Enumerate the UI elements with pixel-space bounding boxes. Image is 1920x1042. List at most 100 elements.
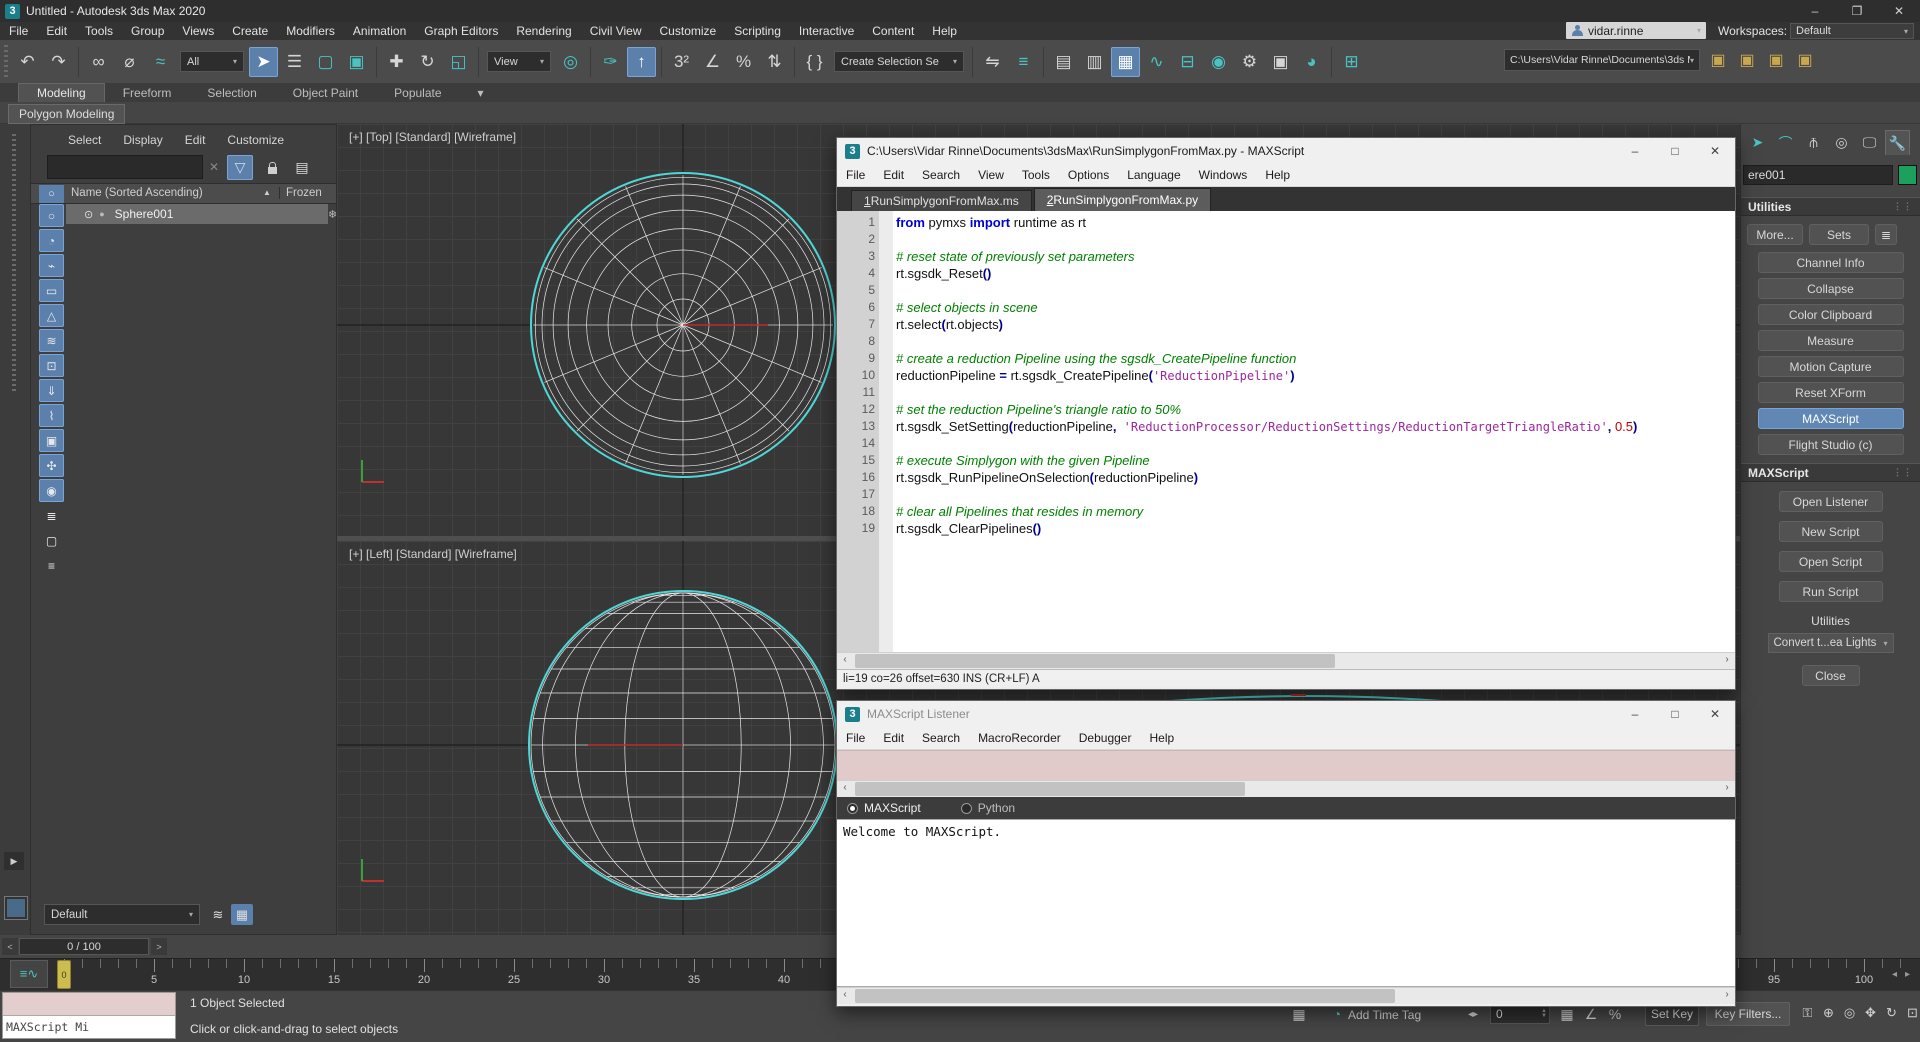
viewport-left-label[interactable]: [+] [Left] [Standard] [Wireframe]: [349, 547, 517, 561]
ribbon-tab-populate[interactable]: Populate: [376, 84, 459, 102]
filter-containers-icon[interactable]: ▣: [39, 429, 64, 452]
explorer-preset-dropdown[interactable]: Default ▾: [44, 904, 200, 925]
percent-snap-icon[interactable]: %: [729, 47, 758, 77]
polygon-modeling-tab[interactable]: Polygon Modeling: [8, 104, 125, 124]
listener-scrollbar-top[interactable]: ‹ ›: [837, 780, 1735, 797]
mini-listener-macro-pane[interactable]: [3, 993, 175, 1016]
listener-output[interactable]: Welcome to MAXScript.: [837, 819, 1735, 987]
next-frame-button[interactable]: >: [151, 938, 167, 955]
minimize-button[interactable]: –: [1794, 0, 1836, 22]
select-and-manipulate-icon[interactable]: ✑: [596, 47, 625, 77]
filter-groups-icon[interactable]: ⊡: [39, 354, 64, 377]
new-script-button[interactable]: New Script: [1779, 521, 1883, 542]
bind-to-spacewarp-icon[interactable]: ≈: [146, 47, 175, 77]
editor-menu-edit[interactable]: Edit: [874, 168, 913, 182]
material-editor-icon[interactable]: ◉: [1204, 47, 1233, 77]
filter-icon[interactable]: ▽: [227, 155, 253, 180]
more-button[interactable]: More...: [1747, 224, 1803, 245]
explorer-menu-select[interactable]: Select: [59, 133, 110, 147]
modify-tab[interactable]: ⌒: [1773, 130, 1798, 155]
filter-bones-icon[interactable]: ⌇: [39, 404, 64, 427]
utilities-tab[interactable]: 🔧: [1885, 130, 1910, 155]
lock-icon[interactable]: [259, 155, 285, 180]
selection-lock-icon[interactable]: ⚿: [1798, 1003, 1817, 1022]
menu-item-graph-editors[interactable]: Graph Editors: [415, 22, 507, 40]
close-button[interactable]: ✕: [1695, 144, 1735, 158]
menu-item-edit[interactable]: Edit: [37, 22, 76, 40]
menu-item-rendering[interactable]: Rendering: [507, 22, 580, 40]
editor-menu-view[interactable]: View: [969, 168, 1013, 182]
editor-menu-windows[interactable]: Windows: [1190, 168, 1257, 182]
editor-title-bar[interactable]: 3 C:\Users\Vidar Rinne\Documents\3dsMax\…: [837, 138, 1735, 164]
utilities-dropdown[interactable]: Convert t...ea Lights ▾: [1768, 633, 1894, 653]
minimize-button[interactable]: –: [1615, 144, 1655, 158]
menu-item-civil-view[interactable]: Civil View: [581, 22, 651, 40]
filter-xrefs-icon[interactable]: ⇓: [39, 379, 64, 402]
align-icon[interactable]: ≡: [1009, 47, 1038, 77]
hierarchy-tab[interactable]: ⫚: [1801, 130, 1826, 155]
render-icon[interactable]: ◕: [1297, 47, 1326, 77]
import-scene-icon[interactable]: ▣: [1793, 48, 1817, 72]
frame-range-field[interactable]: 0 / 100: [19, 938, 149, 955]
open-script-button[interactable]: Open Script: [1779, 551, 1883, 572]
explorer-column-header[interactable]: ○ Name (Sorted Ascending) ▲ Frozen: [31, 183, 336, 204]
clear-search-icon[interactable]: ✕: [209, 160, 219, 174]
toggle-ribbon-icon[interactable]: ▦: [1111, 47, 1140, 77]
code-editor[interactable]: 1from pymxs import runtime as rt23# rese…: [837, 211, 1735, 652]
toolbar-dropdown[interactable]: All▾: [180, 51, 244, 72]
blank-icon[interactable]: ▢: [39, 529, 64, 552]
scroll-left-icon[interactable]: ‹: [837, 989, 853, 1004]
maxscript-radio[interactable]: [847, 803, 858, 814]
utilities-rollout-header[interactable]: Utilities⋮⋮: [1741, 197, 1920, 216]
explorer-menu-edit[interactable]: Edit: [176, 133, 215, 147]
project-path-dropdown[interactable]: C:\Users\Vidar Rinne\Documents\3ds Max 2…: [1504, 49, 1700, 71]
mini-curve-editor-button[interactable]: ≡∿: [10, 960, 48, 988]
open-recent-icon[interactable]: ▣: [1764, 48, 1788, 72]
panel-drag-handle[interactable]: [12, 134, 16, 394]
angle-snap-icon[interactable]: ∠: [698, 47, 727, 77]
filter-particles-icon[interactable]: ✣: [39, 454, 64, 477]
keyboard-shortcut-override-icon[interactable]: ↑: [627, 47, 656, 77]
filter-lights-icon[interactable]: ⌁: [39, 254, 64, 277]
frozen-column-header[interactable]: Frozen: [279, 187, 322, 199]
viewport-layout-tabs-icon[interactable]: [4, 896, 28, 920]
listener-menu-search[interactable]: Search: [913, 731, 969, 745]
color-clipboard-button[interactable]: Color Clipboard: [1758, 304, 1904, 325]
explorer-menu-customize[interactable]: Customize: [218, 133, 293, 147]
ribbon-tab-object-paint[interactable]: Object Paint: [275, 84, 376, 102]
prev-frame-button[interactable]: <: [2, 938, 18, 955]
sets-button[interactable]: Sets: [1809, 224, 1869, 245]
maximize-button[interactable]: ❐: [1836, 0, 1878, 22]
close-button[interactable]: ✕: [1695, 707, 1735, 721]
select-and-move-icon[interactable]: ✚: [382, 47, 411, 77]
close-utility-button[interactable]: Close: [1802, 665, 1860, 686]
editor-horizontal-scrollbar[interactable]: ‹ ›: [837, 652, 1735, 669]
scroll-right-icon[interactable]: ›: [1719, 782, 1735, 797]
asset-tracking-icon[interactable]: ⊞: [1337, 47, 1366, 77]
menu-item-group[interactable]: Group: [122, 22, 173, 40]
collapse-button[interactable]: Collapse: [1758, 278, 1904, 299]
editor-menu-tools[interactable]: Tools: [1013, 168, 1059, 182]
current-frame-field[interactable]: 0 ▲▼: [1490, 1004, 1550, 1024]
maximize-button[interactable]: □: [1655, 144, 1695, 158]
ribbon-tab-modeling[interactable]: Modeling: [18, 83, 105, 102]
column-type-icon[interactable]: ○: [39, 185, 64, 203]
measure-button[interactable]: Measure: [1758, 330, 1904, 351]
detail-view-icon[interactable]: ≡: [39, 554, 64, 577]
listener-menu-help[interactable]: Help: [1140, 731, 1183, 745]
toolbar-dropdown[interactable]: Create Selection Se▾: [834, 51, 964, 72]
mini-listener[interactable]: MAXScript Mi: [2, 992, 176, 1039]
spinner-snap-icon[interactable]: ⇅: [760, 47, 789, 77]
rendered-frame-icon[interactable]: ▣: [1266, 47, 1295, 77]
object-name-field[interactable]: ere001: [1743, 165, 1893, 185]
create-tab[interactable]: ➤: [1745, 130, 1770, 155]
snap-toggle-3d-icon[interactable]: 3²: [667, 47, 696, 77]
listener-menu-macrorecorder[interactable]: MacroRecorder: [969, 731, 1070, 745]
redo-icon[interactable]: ↷: [44, 47, 73, 77]
expand-panel-button[interactable]: ▶: [4, 852, 24, 870]
select-and-rotate-icon[interactable]: ↻: [413, 47, 442, 77]
name-column-header[interactable]: Name (Sorted Ascending): [71, 187, 203, 199]
editor-menu-file[interactable]: File: [837, 168, 874, 182]
select-by-name-icon[interactable]: ☰: [280, 47, 309, 77]
toolbar-drag-handle[interactable]: [4, 45, 8, 79]
